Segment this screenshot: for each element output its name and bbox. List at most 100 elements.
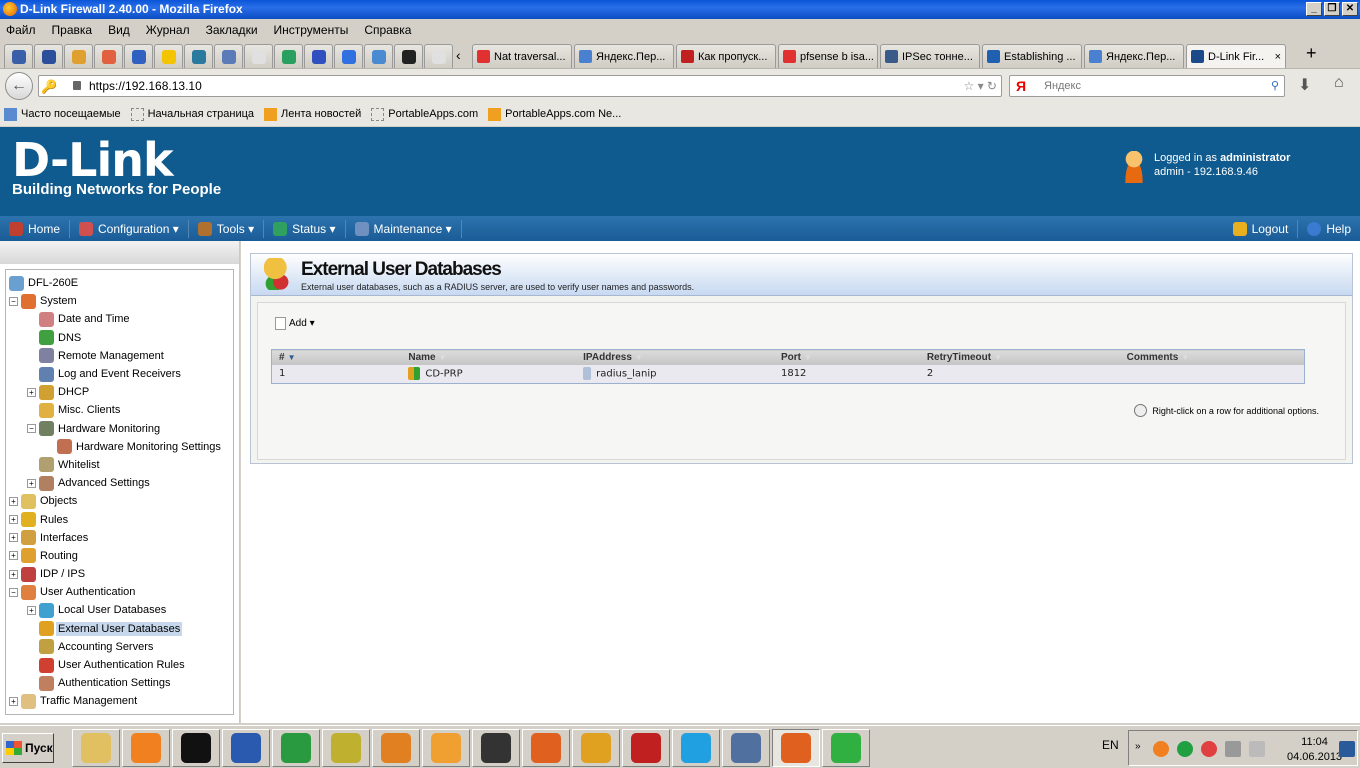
nav-maintenance[interactable]: Maintenance ▾ xyxy=(346,219,462,238)
expand-icon[interactable]: + xyxy=(9,569,18,579)
menu-item[interactable]: Файл xyxy=(6,23,36,37)
expand-icon[interactable]: + xyxy=(9,551,18,561)
tree-item[interactable]: User Authentication Rules xyxy=(6,656,233,674)
taskbar-skype[interactable] xyxy=(672,729,720,767)
pinned-tab[interactable] xyxy=(304,44,333,68)
pinned-tab[interactable] xyxy=(394,44,423,68)
column-header[interactable]: Comments ▼ xyxy=(1119,349,1305,365)
add-button[interactable]: Add ▾ xyxy=(275,317,315,330)
restore-button[interactable]: ❐ xyxy=(1324,2,1340,16)
home-icon[interactable]: ⌂ xyxy=(1334,74,1344,92)
expand-icon[interactable]: + xyxy=(27,478,36,488)
tree-item[interactable]: Remote Management xyxy=(6,347,233,365)
close-tab-icon[interactable]: × xyxy=(1275,51,1281,63)
reload-icon[interactable]: ☆ ▾ ↻ xyxy=(963,76,997,96)
taskbar-tool[interactable] xyxy=(722,729,770,767)
tree-item[interactable]: DNS xyxy=(6,329,233,347)
scroll-tabs-left-icon[interactable]: ‹ xyxy=(456,47,470,63)
column-header[interactable]: Name ▼ xyxy=(401,349,577,365)
pinned-tab[interactable] xyxy=(274,44,303,68)
taskbar-filezilla[interactable] xyxy=(622,729,670,767)
tree-item[interactable]: Accounting Servers xyxy=(6,638,233,656)
collapse-icon[interactable]: − xyxy=(9,296,18,306)
close-window-button[interactable]: ✕ xyxy=(1342,2,1358,16)
taskbar-keys[interactable] xyxy=(572,729,620,767)
nero-tray-icon[interactable] xyxy=(1153,741,1169,757)
clock[interactable]: 11:04 04.06.2013 xyxy=(1287,735,1342,765)
tree-item[interactable]: − User Authentication xyxy=(6,583,233,601)
tree-item[interactable]: + Advanced Settings xyxy=(6,474,233,492)
tree-item[interactable]: Date and Time xyxy=(6,310,233,328)
browser-tab[interactable]: Establishing ... xyxy=(982,44,1082,68)
tree-item[interactable]: + Interfaces xyxy=(6,529,233,547)
tree-item[interactable]: + DHCP xyxy=(6,383,233,401)
tree-item[interactable]: Hardware Monitoring Settings xyxy=(6,438,233,456)
tree-item[interactable]: DFL-260E xyxy=(6,274,233,292)
tree-item[interactable]: − Hardware Monitoring xyxy=(6,420,233,438)
browser-tab[interactable]: Nat traversal... xyxy=(472,44,572,68)
browser-tab[interactable]: IPSec тонне... xyxy=(880,44,980,68)
pinned-tab[interactable] xyxy=(184,44,213,68)
flag-icon[interactable] xyxy=(1201,741,1217,757)
pinned-tab[interactable] xyxy=(154,44,183,68)
search-icon[interactable]: ⚲ xyxy=(1271,76,1279,96)
tree-item[interactable]: Whitelist xyxy=(6,456,233,474)
collapse-icon[interactable]: − xyxy=(9,587,18,597)
pinned-tab[interactable] xyxy=(214,44,243,68)
taskbar-app[interactable] xyxy=(322,729,370,767)
taskbar-outlook-2[interactable] xyxy=(372,729,420,767)
tree-item[interactable]: External User Databases xyxy=(6,620,233,638)
menu-item[interactable]: Правка xyxy=(52,23,93,37)
start-button[interactable]: Пуск xyxy=(2,733,54,763)
browser-tab[interactable]: D-Link Fir... × xyxy=(1186,44,1286,68)
column-header[interactable]: Port ▼ xyxy=(773,349,920,365)
nav-home[interactable]: Home xyxy=(0,219,71,238)
browser-tab[interactable]: Яндекс.Пер... xyxy=(1084,44,1184,68)
expand-tray-icon[interactable]: » xyxy=(1135,741,1151,757)
menu-item[interactable]: Справка xyxy=(364,23,411,37)
browser-tab[interactable]: pfsense b isa... xyxy=(778,44,878,68)
browser-tab[interactable]: Яндекс.Пер... xyxy=(574,44,674,68)
nav-status[interactable]: Status ▾ xyxy=(264,219,346,238)
tree-item[interactable]: + Routing xyxy=(6,547,233,565)
menu-item[interactable]: Закладки xyxy=(206,23,258,37)
pinned-tab[interactable] xyxy=(64,44,93,68)
taskbar-word[interactable] xyxy=(222,729,270,767)
expand-icon[interactable]: + xyxy=(27,387,36,397)
tree-item[interactable]: Log and Event Receivers xyxy=(6,365,233,383)
taskbar-outlook[interactable] xyxy=(422,729,470,767)
column-header[interactable]: RetryTimeout ▼ xyxy=(919,349,1120,365)
nav-tools[interactable]: Tools ▾ xyxy=(189,219,265,238)
tree-item[interactable]: Authentication Settings xyxy=(6,674,233,692)
url-bar[interactable]: 🔑 https://192.168.13.10 ☆ ▾ ↻ xyxy=(38,75,1002,97)
tree-item[interactable]: − System xyxy=(6,292,233,310)
minimize-button[interactable]: _ xyxy=(1306,2,1322,16)
pinned-tab[interactable] xyxy=(94,44,123,68)
taskbar-firefox-active[interactable] xyxy=(772,729,820,767)
logout-button[interactable]: Logout xyxy=(1224,219,1299,238)
collapse-icon[interactable]: − xyxy=(27,424,36,434)
tree-item[interactable]: Misc. Clients xyxy=(6,401,233,419)
search-input[interactable]: Я Яндекс ⚲ xyxy=(1009,75,1285,97)
taskbar-explorer[interactable] xyxy=(72,729,120,767)
pinned-tab[interactable] xyxy=(124,44,153,68)
new-tab-button[interactable]: + xyxy=(1306,43,1317,64)
browser-tab[interactable]: Как пропуск... xyxy=(676,44,776,68)
expand-icon[interactable]: + xyxy=(9,515,18,525)
expand-icon[interactable]: + xyxy=(27,605,36,615)
bookmark[interactable]: PortableApps.com xyxy=(371,107,478,121)
table-row[interactable]: 1 CD-PRP radius_lanip 1812 2 xyxy=(271,364,1305,384)
bookmark[interactable]: Начальная страница xyxy=(130,107,254,121)
network-icon[interactable] xyxy=(1225,741,1241,757)
expand-icon[interactable]: + xyxy=(9,496,18,506)
bookmark[interactable]: Лента новостей xyxy=(264,107,361,121)
taskbar-mail-agent[interactable] xyxy=(822,729,870,767)
pinned-tab[interactable] xyxy=(364,44,393,68)
back-button[interactable]: ← xyxy=(5,72,33,100)
tree-item[interactable]: + Local User Databases xyxy=(6,601,233,619)
menu-item[interactable]: Инструменты xyxy=(274,23,349,37)
taskbar-nero[interactable] xyxy=(122,729,170,767)
volume-icon[interactable] xyxy=(1249,741,1265,757)
column-header[interactable]: IPAddress ▼ xyxy=(576,349,774,365)
bookmark[interactable]: Часто посещаемые xyxy=(4,107,121,121)
